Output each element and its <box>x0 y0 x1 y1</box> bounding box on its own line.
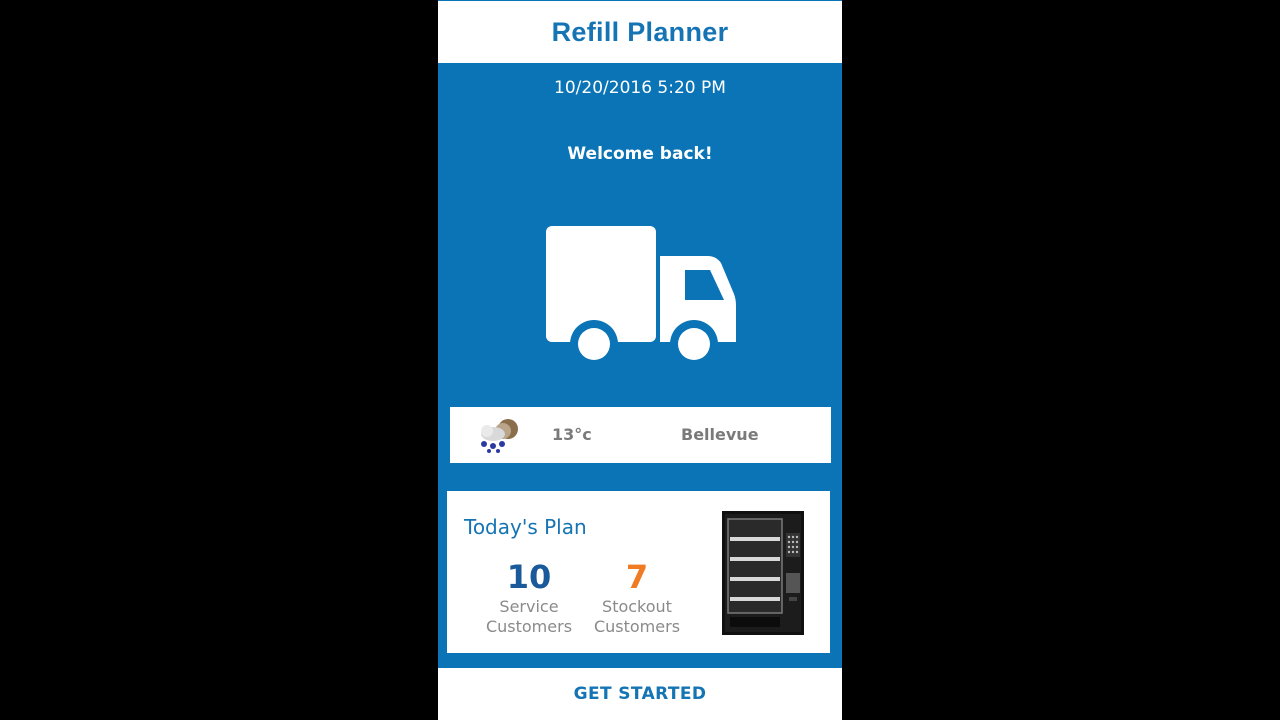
app-header: Refill Planner <box>438 1 842 63</box>
welcome-message: Welcome back! <box>567 144 713 164</box>
truck-icon <box>546 226 736 366</box>
todays-plan-card[interactable]: Today's Plan 10 Service Customers 7 Stoc… <box>447 491 830 653</box>
service-customers-stat: 10 Service Customers <box>479 557 579 637</box>
datetime-label: 10/20/2016 5:20 PM <box>554 78 726 98</box>
service-label-line1: Service <box>499 597 559 616</box>
temperature-label: 13°c <box>552 425 592 444</box>
stockout-customers-stat: 7 Stockout Customers <box>587 557 687 637</box>
service-label-line2: Customers <box>485 617 573 636</box>
stockout-label-line1: Stockout <box>602 597 672 616</box>
stockout-count: 7 <box>625 558 649 596</box>
app-screen: Refill Planner 10/20/2016 5:20 PM Welcom… <box>438 0 842 720</box>
rain-cloud-icon <box>481 419 518 453</box>
service-count: 10 <box>506 558 552 596</box>
weather-bar: 13°c Bellevue <box>450 407 831 463</box>
app-title: Refill Planner <box>551 16 729 47</box>
stockout-label-line2: Customers <box>593 617 681 636</box>
vending-machine-icon <box>722 511 804 635</box>
city-label: Bellevue <box>681 425 759 444</box>
footer-bar: GET STARTED <box>438 668 842 720</box>
get-started-button[interactable]: GET STARTED <box>574 684 707 704</box>
plan-title: Today's Plan <box>464 515 587 539</box>
